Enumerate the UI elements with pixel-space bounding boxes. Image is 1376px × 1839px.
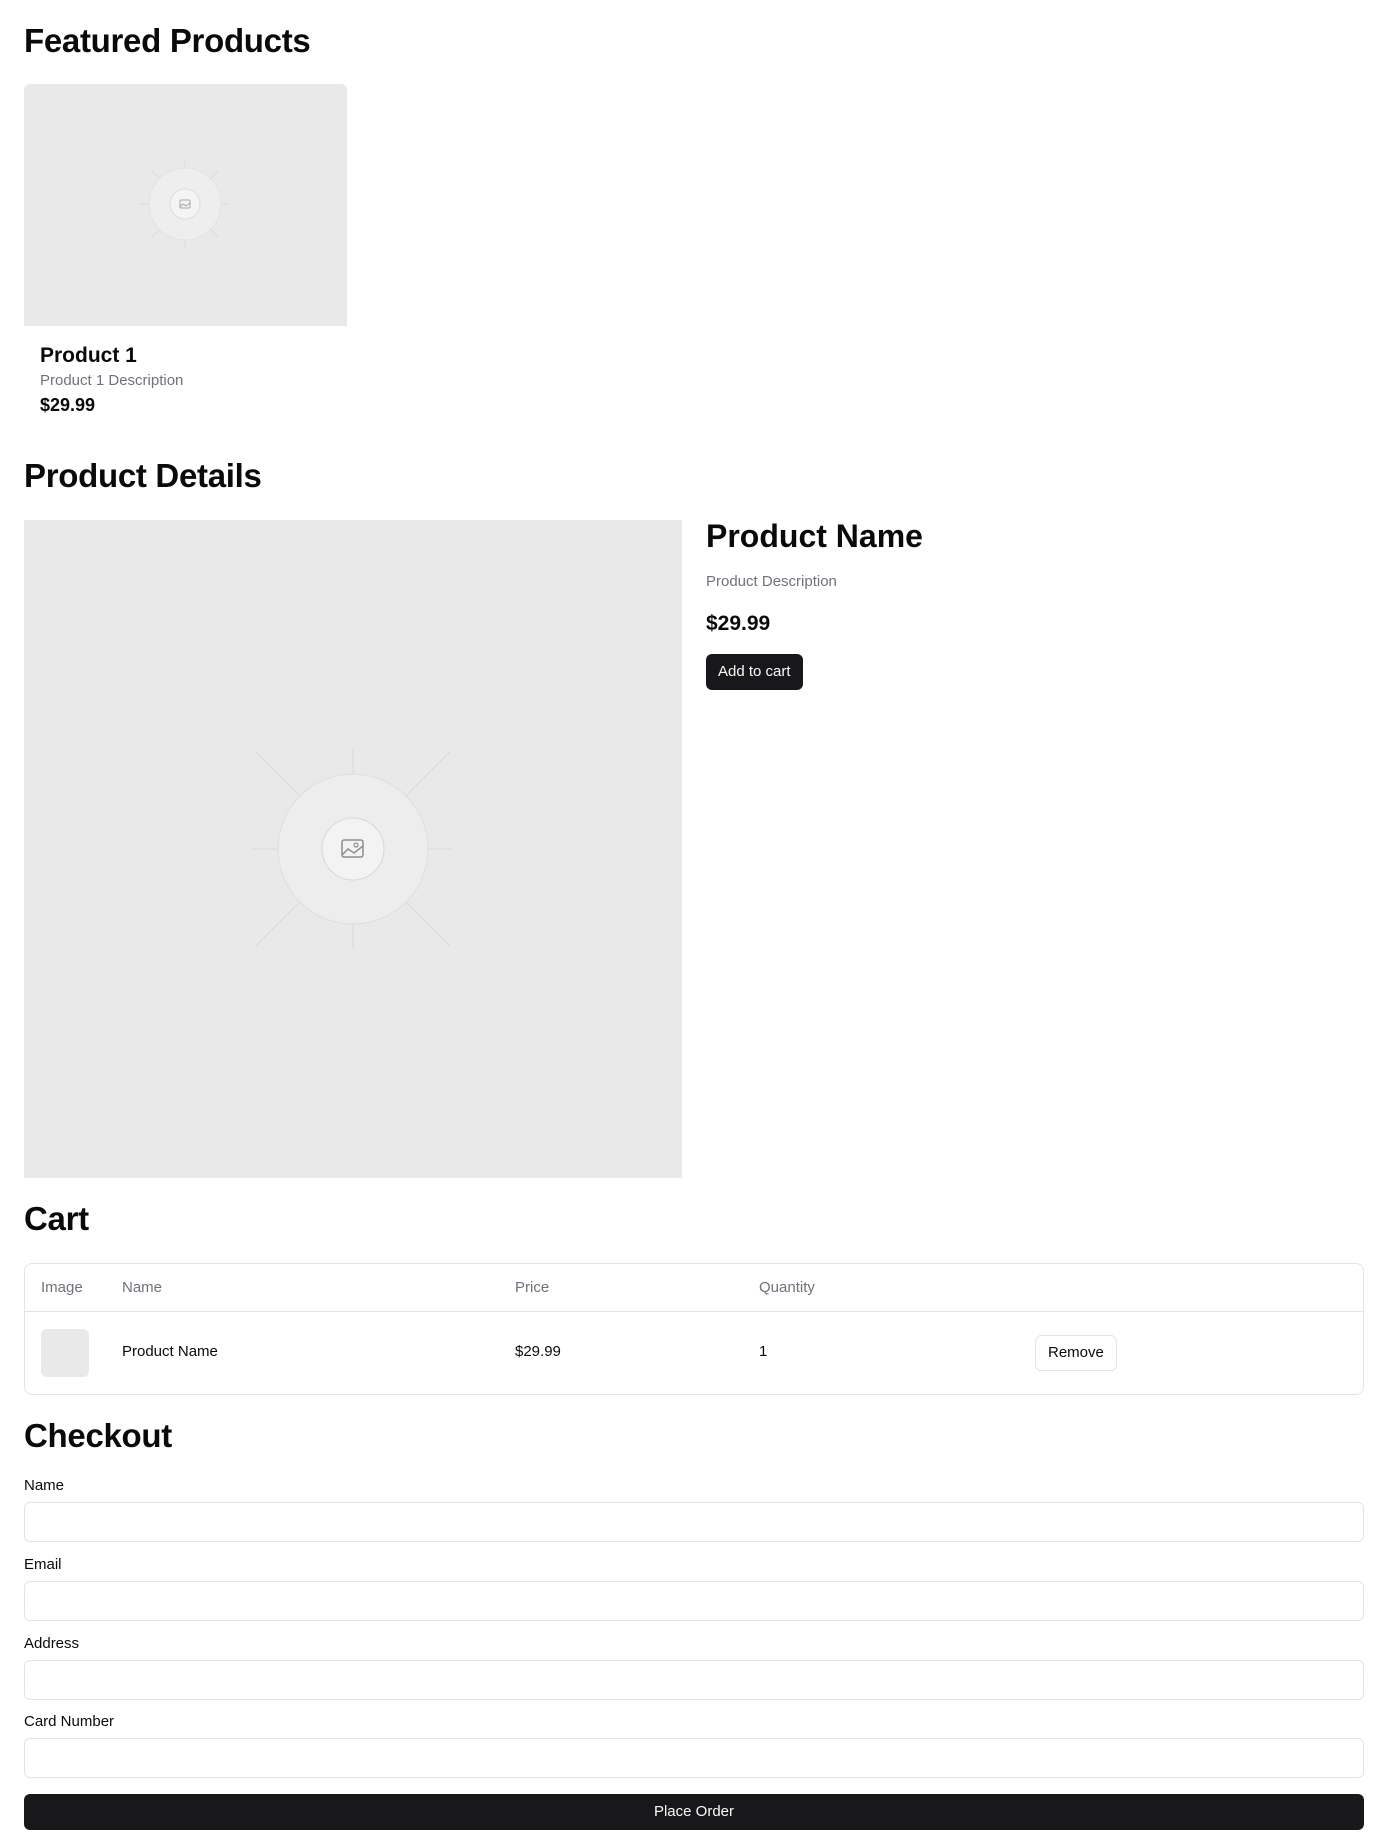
cart-item-quantity: 1 [759,1343,768,1360]
place-order-button[interactable]: Place Order [24,1794,1364,1830]
email-label: Email [24,1556,62,1573]
table-row: Product Name $29.99 1 Remove [25,1312,1363,1394]
address-label: Address [24,1635,80,1652]
card-number-label: Card Number [24,1713,115,1730]
product-price: $29.99 [706,612,771,635]
cart-table: Image Name Price Quantity Product Name $… [24,1263,1364,1395]
card-number-field[interactable] [24,1738,1364,1778]
image-placeholder-icon [253,749,453,949]
product-card-title: Product 1 [40,344,137,367]
address-field[interactable] [24,1660,1364,1700]
checkout-heading: Checkout [24,1417,172,1454]
column-header-image: Image [41,1279,83,1296]
add-to-cart-button[interactable]: Add to cart [706,654,803,690]
product-card-price: $29.99 [40,395,96,415]
product-detail-image [24,520,682,1178]
remove-button[interactable]: Remove [1035,1335,1117,1371]
product-card[interactable]: Product 1 Product 1 Description $29.99 [24,84,347,434]
name-field[interactable] [24,1502,1364,1542]
cart-item-name: Product Name [122,1343,218,1360]
product-card-description: Product 1 Description [40,372,184,389]
featured-heading: Featured Products [24,22,311,59]
name-label: Name [24,1477,65,1494]
product-description: Product Description [706,573,837,590]
product-name: Product Name [706,518,923,554]
cart-item-thumbnail [41,1329,89,1377]
email-field[interactable] [24,1581,1364,1621]
column-header-name: Name [122,1279,163,1296]
cart-table-header: Image Name Price Quantity [25,1264,1363,1312]
column-header-quantity: Quantity [759,1279,815,1296]
cart-heading: Cart [24,1200,89,1237]
column-header-price: Price [515,1279,550,1296]
cart-item-price: $29.99 [515,1343,561,1360]
product-detail-info: Product Name Product Description $29.99 … [706,518,1346,690]
image-placeholder-icon [140,159,230,249]
product-card-image [24,84,347,326]
details-heading: Product Details [24,457,262,494]
